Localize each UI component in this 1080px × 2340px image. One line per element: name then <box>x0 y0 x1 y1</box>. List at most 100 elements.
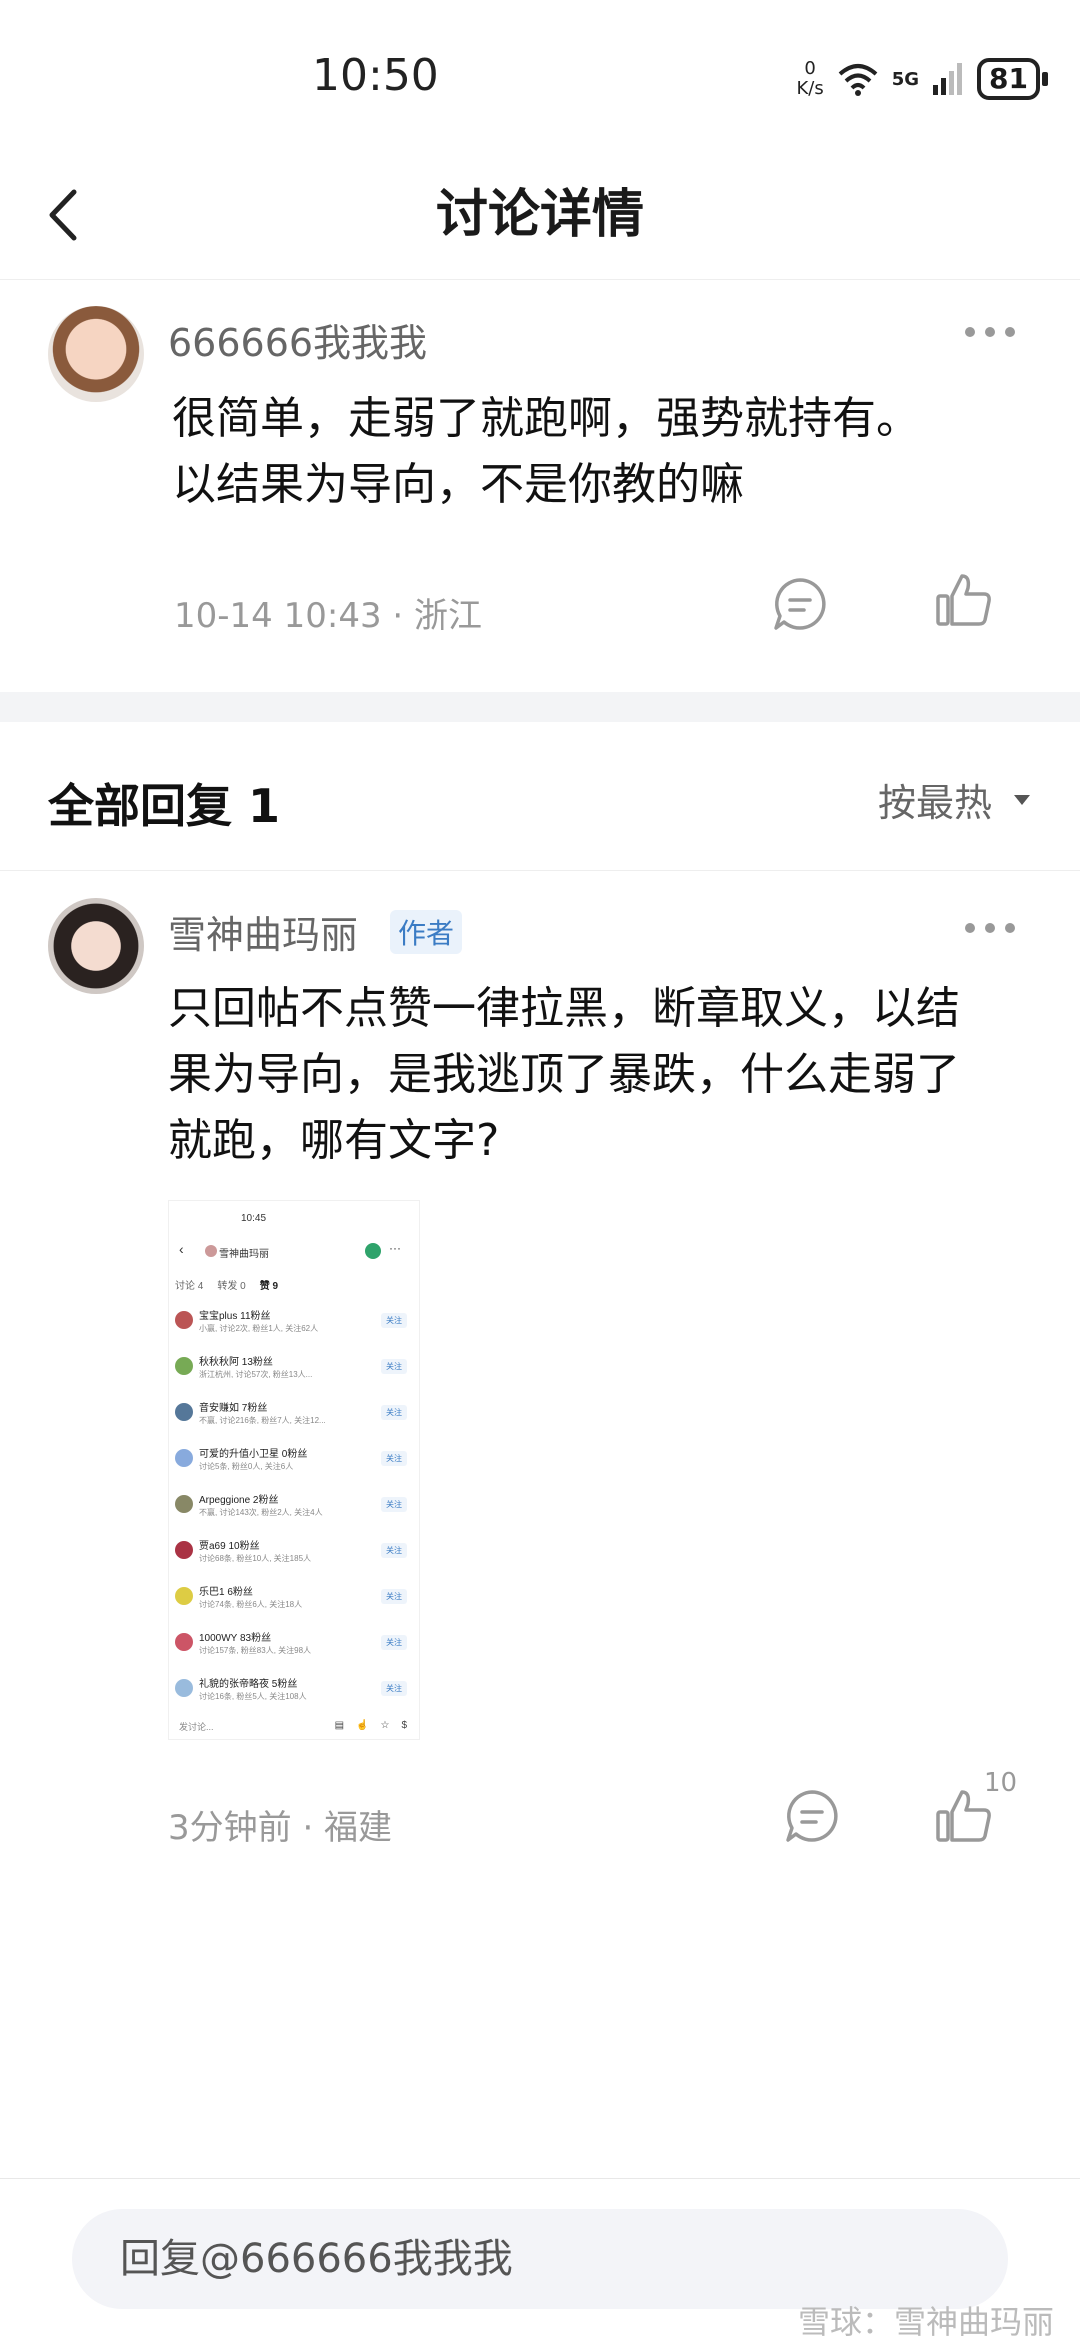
thumb-tab: 转发 0 <box>217 1281 246 1292</box>
reply-content: 只回帖不点赞一律拉黑，断章取义，以结 果为导向，是我逃顶了暴跌，什么走弱了 就跑… <box>168 976 960 1174</box>
caret-down-icon <box>1014 794 1030 805</box>
like-icon[interactable] <box>934 570 994 630</box>
thumb-row-sub: 不赢, 讨论143次, 粉丝2人, 关注4人 <box>199 1508 323 1517</box>
watermark: 雪球：雪神曲玛丽 <box>797 2303 1054 2340</box>
status-time: 10:50 <box>312 50 439 101</box>
thumb-follow-button: 关注 <box>381 1681 407 1696</box>
thumb-follow-button: 关注 <box>381 1359 407 1374</box>
thumb-list-item: 秋秋秋阿 13粉丝浙江杭州, 讨论57次, 粉丝13人... 关注 <box>169 1351 421 1397</box>
thumb-follow-button: 关注 <box>381 1543 407 1558</box>
thumb-toolbar: ▤ ☝ ☆ $ <box>335 1720 407 1731</box>
thumb-row-name: 秋秋秋阿 13粉丝 <box>199 1357 273 1368</box>
thumb-like-icon: ☝ <box>356 1720 369 1731</box>
network-speed: 0 K/s <box>796 59 823 99</box>
post-meta: 10-14 10:43 · 浙江 <box>174 596 483 636</box>
thumb-follow-button: 关注 <box>381 1497 407 1512</box>
thumb-row-name: 贾a69 10粉丝 <box>199 1541 260 1552</box>
thumb-tabs: 讨论 4 转发 0 赞 9 <box>175 1277 278 1292</box>
attached-image[interactable]: 10:45 ‹ 雪神曲玛丽 ··· 讨论 4 转发 0 赞 9 宝宝plus 1… <box>168 1200 420 1740</box>
thumb-row-sub: 小赢, 讨论2次, 粉丝1人, 关注62人 <box>199 1324 319 1333</box>
thumb-row-avatar <box>175 1311 193 1329</box>
more-icon[interactable] <box>960 918 1020 938</box>
thumb-more-icon: ··· <box>389 1241 401 1255</box>
thumb-back-icon: ‹ <box>179 1241 184 1257</box>
thumb-row-avatar <box>175 1541 193 1559</box>
thumb-follow-button: 关注 <box>381 1451 407 1466</box>
thumb-row-sub: 讨论68条, 粉丝10人, 关注185人 <box>199 1554 312 1563</box>
network-type: 5G <box>891 68 920 90</box>
author-badge: 作者 <box>390 910 463 954</box>
avatar[interactable] <box>48 306 144 402</box>
thumb-row-sub: 讨论157条, 粉丝83人, 关注98人 <box>199 1646 312 1655</box>
post-content: 很简单，走弱了就跑啊，强势就持有。 以结果为导向，不是你教的嘛 <box>172 386 920 518</box>
reply-content-line: 就跑，哪有文字? <box>168 1115 500 1166</box>
thumb-tab: 讨论 4 <box>175 1281 204 1292</box>
thumb-row-name: 可爱的升值小卫星 0粉丝 <box>199 1449 308 1460</box>
thumb-chat-icon <box>365 1243 381 1259</box>
status-bar: 10:50 0 K/s 5G 81 <box>0 0 1080 150</box>
thumb-time: 10:45 <box>241 1213 267 1224</box>
thumb-comment-icon: ▤ <box>334 1720 345 1731</box>
thumb-list-item: 礼貌的张帝略夜 5粉丝 讨论16条, 粉丝5人, 关注108人 关注 <box>169 1673 421 1719</box>
thumb-row-name: 礼貌的张帝略夜 5粉丝 <box>199 1679 298 1690</box>
more-icon[interactable] <box>960 322 1020 342</box>
thumb-star-icon: ☆ <box>380 1720 390 1731</box>
reply-input[interactable]: 回复@666666我我我 <box>72 2209 1008 2309</box>
sort-dropdown[interactable]: 按最热 <box>878 772 1032 827</box>
thumb-dollar-icon: $ <box>401 1720 407 1731</box>
reply-content-line: 只回帖不点赞一律拉黑，断章取义，以结 <box>168 983 960 1034</box>
thumb-tab: 赞 9 <box>259 1281 279 1292</box>
thumb-follow-button: 关注 <box>381 1313 407 1328</box>
thumb-list-item: 1000WY 83粉丝讨论157条, 粉丝83人, 关注98人 关注 <box>169 1627 421 1673</box>
thumb-name: 雪神曲玛丽 <box>219 1249 269 1260</box>
post-content-line: 很简单，走弱了就跑啊，强势就持有。 <box>172 393 920 444</box>
thumb-row-avatar <box>175 1633 193 1651</box>
status-icons: 0 K/s 5G 81 <box>796 58 1048 100</box>
thumb-follow-button: 关注 <box>381 1635 407 1650</box>
comment-icon[interactable] <box>782 1786 842 1846</box>
thumb-row-name: Arpeggione 2粉丝 <box>199 1495 279 1506</box>
thumb-list-item: 宝宝plus 11粉丝小赢, 讨论2次, 粉丝1人, 关注62人 关注 <box>169 1305 421 1351</box>
reply-username[interactable]: 雪神曲玛丽 <box>168 904 358 959</box>
battery-icon: 81 <box>977 58 1048 100</box>
replies-title: 全部回复 1 <box>48 779 281 833</box>
thumb-list-item: 可爱的升值小卫星 0粉丝 讨论5条, 粉丝0人, 关注6人 关注 <box>169 1443 421 1489</box>
thumb-follow-button: 关注 <box>381 1405 407 1420</box>
signal-icon <box>933 63 963 95</box>
thumb-list-item: 音安赚如 7粉丝不赢, 讨论216条, 粉丝7人, 关注12... 关注 <box>169 1397 421 1443</box>
thumb-row-name: 音安赚如 7粉丝 <box>199 1403 268 1414</box>
reply-meta: 3分钟前 · 福建 <box>168 1808 393 1848</box>
reply-bar: 回复@666666我我我 雪球：雪神曲玛丽 <box>0 2178 1080 2340</box>
thumb-avatar <box>205 1245 217 1257</box>
thumb-follow-button: 关注 <box>381 1589 407 1604</box>
thumb-row-sub: 浙江杭州, 讨论57次, 粉丝13人... <box>199 1370 313 1379</box>
comment-icon[interactable] <box>770 574 830 634</box>
thumb-row-sub: 讨论16条, 粉丝5人, 关注108人 <box>199 1692 307 1701</box>
wifi-icon <box>838 64 878 96</box>
speed-value: 0 <box>804 58 816 79</box>
thumb-input: 发讨论... <box>179 1722 214 1732</box>
thumb-row-name: 宝宝plus 11粉丝 <box>199 1311 271 1322</box>
thumb-row-name: 乐巴1 6粉丝 <box>199 1587 253 1598</box>
thumb-row-sub: 不赢, 讨论216条, 粉丝7人, 关注12... <box>199 1416 326 1425</box>
thumb-row-avatar <box>175 1357 193 1375</box>
thumb-list-item: Arpeggione 2粉丝不赢, 讨论143次, 粉丝2人, 关注4人 关注 <box>169 1489 421 1535</box>
thumb-row-avatar <box>175 1587 193 1605</box>
thumb-row-name: 1000WY 83粉丝 <box>199 1633 272 1644</box>
section-divider <box>0 692 1080 722</box>
avatar[interactable] <box>48 898 144 994</box>
thumb-row-avatar <box>175 1679 193 1697</box>
page-title: 讨论详情 <box>435 185 644 245</box>
thumb-row-avatar <box>175 1403 193 1421</box>
speed-unit: K/s <box>796 78 824 99</box>
reply-content-line: 果为导向，是我逃顶了暴跌，什么走弱了 <box>168 1049 960 1100</box>
thumb-row-sub: 讨论74条, 粉丝6人, 关注18人 <box>199 1600 303 1609</box>
divider <box>0 870 1080 871</box>
header: 讨论详情 <box>0 150 1080 280</box>
sort-label: 按最热 <box>877 781 992 825</box>
thumb-row-sub: 讨论5条, 粉丝0人, 关注6人 <box>199 1462 294 1471</box>
post-username[interactable]: 666666我我我 <box>168 312 427 367</box>
thumb-list-item: 乐巴1 6粉丝讨论74条, 粉丝6人, 关注18人 关注 <box>169 1581 421 1627</box>
thumb-row-avatar <box>175 1495 193 1513</box>
like-count: 10 <box>984 1768 1018 1798</box>
